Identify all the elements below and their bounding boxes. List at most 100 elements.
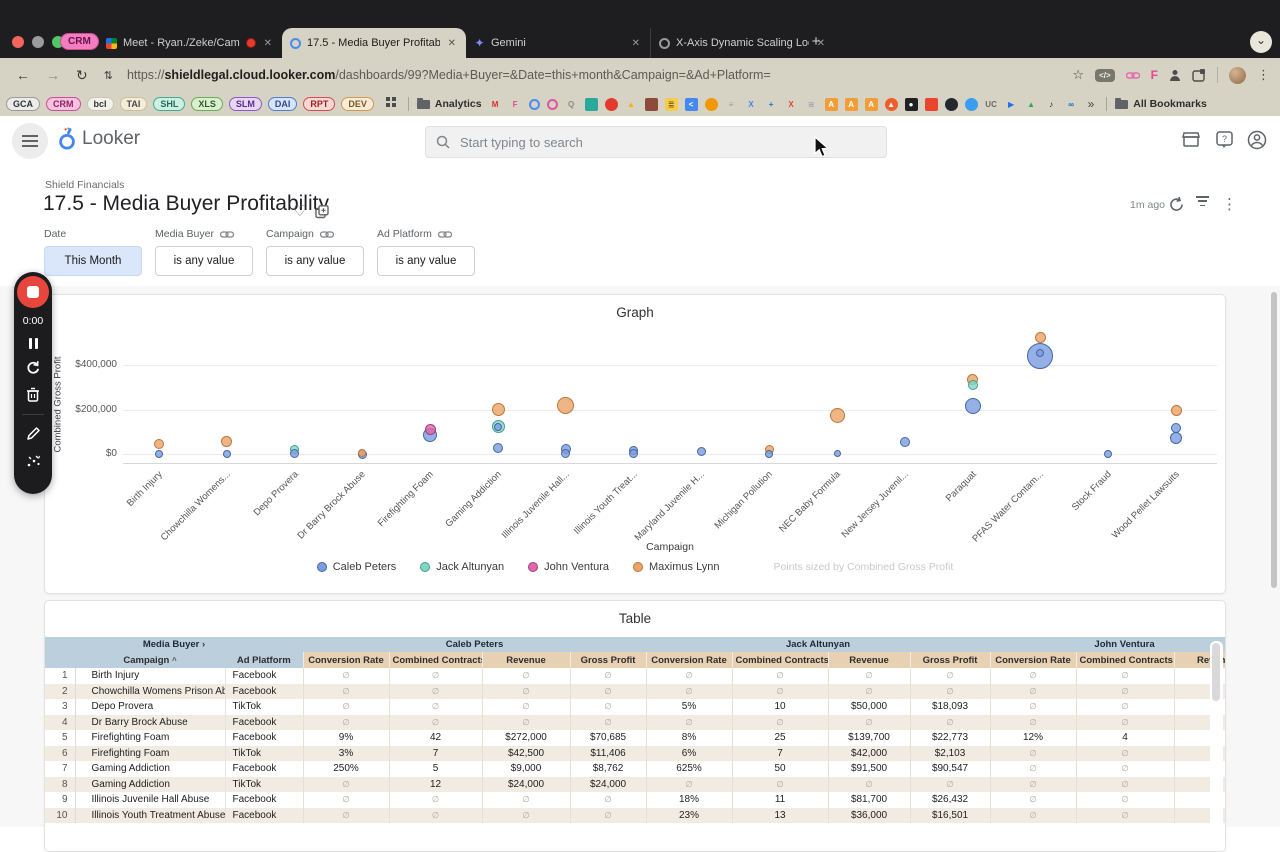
measure-cell[interactable]: 12 (388, 776, 483, 792)
chart-point[interactable] (491, 403, 505, 416)
ad-platform-cell[interactable]: Facebook (225, 730, 303, 746)
bookmark-badge[interactable]: XLS (191, 97, 223, 111)
draw-pen-icon[interactable] (26, 426, 41, 441)
measure-cell[interactable]: ∅ (645, 668, 733, 684)
favicon[interactable]: ▶ (1005, 98, 1018, 111)
breadcrumb[interactable]: Shield Financials (45, 179, 124, 191)
tab-close-icon[interactable]: ✕ (630, 38, 642, 49)
new-tab-button[interactable]: + (806, 33, 826, 50)
tab-search-chevron-icon[interactable]: ⌄ (1250, 31, 1272, 53)
measure-cell[interactable]: ∅ (302, 807, 390, 823)
measure-cell[interactable]: $24,000 (569, 776, 647, 792)
browser-tab[interactable]: ✦ Gemini ✕ (466, 28, 650, 58)
measure-cell[interactable]: 250% (302, 761, 390, 777)
measure-cell[interactable]: 18% (645, 792, 733, 808)
workspace-badge[interactable]: CRM (60, 33, 99, 50)
stop-recording-button[interactable] (17, 276, 49, 308)
measure-cell[interactable]: ∅ (989, 668, 1077, 684)
favicon[interactable] (528, 98, 540, 110)
measure-cell[interactable]: ∅ (645, 714, 733, 730)
measure-cell[interactable]: ∅ (909, 668, 991, 684)
close-window-button[interactable] (12, 36, 24, 48)
effects-icon[interactable] (26, 454, 41, 468)
pivot-group-header[interactable]: Caleb Peters (303, 637, 647, 652)
table-scrollbar[interactable] (1210, 641, 1223, 847)
favicon[interactable]: ∞ (1065, 98, 1078, 111)
favicon[interactable] (584, 97, 598, 111)
measure-cell[interactable]: ∅ (909, 683, 991, 699)
ad-platform-cell[interactable]: TikTok (225, 745, 304, 761)
favicon[interactable]: A (824, 97, 838, 111)
extensions-icon[interactable] (1192, 68, 1206, 82)
measure-cell[interactable]: ∅ (388, 683, 483, 699)
column-header-measure[interactable]: Conversion Rate (302, 652, 390, 668)
measure-cell[interactable]: 8% (645, 730, 733, 746)
measure-cell[interactable]: ∅ (1075, 714, 1175, 730)
filter-value-chip[interactable]: is any value (266, 246, 364, 276)
bookmark-badge[interactable]: DAI (267, 97, 298, 111)
site-settings-icon[interactable]: ⇅ (104, 69, 113, 82)
measure-cell[interactable]: ∅ (827, 668, 911, 684)
pivot-group-header[interactable]: John Ventura (990, 637, 1225, 652)
measure-cell[interactable]: ∅ (481, 683, 571, 699)
measure-cell[interactable]: ∅ (302, 699, 390, 715)
measure-cell[interactable]: ∅ (989, 745, 1077, 761)
all-bookmarks[interactable]: All Bookmarks (1133, 98, 1207, 110)
measure-cell[interactable]: ∅ (302, 668, 390, 684)
measure-cell[interactable]: ∅ (481, 699, 571, 715)
favicon[interactable]: ♪ (1045, 98, 1058, 111)
measure-cell[interactable]: ∅ (909, 714, 991, 730)
measure-cell[interactable]: 6% (645, 745, 733, 761)
favicon[interactable]: ≡ (725, 98, 738, 111)
ad-platform-cell[interactable]: Facebook (225, 792, 303, 808)
reload-icon[interactable]: ↻ (76, 67, 88, 84)
column-header-measure[interactable]: Combined Contracts (731, 652, 829, 668)
measure-cell[interactable]: $2,103 (909, 745, 991, 761)
measure-cell[interactable]: ∅ (827, 776, 911, 792)
favicon[interactable]: Q (565, 98, 578, 111)
measure-cell[interactable]: ∅ (302, 683, 390, 699)
legend-item[interactable]: Jack Altunyan (420, 561, 504, 573)
measure-cell[interactable]: 10 (731, 699, 829, 715)
url-bar[interactable]: https://shieldlegal.cloud.looker.com/das… (127, 68, 771, 82)
measure-cell[interactable]: 25 (731, 730, 829, 746)
measure-cell[interactable]: ∅ (1075, 745, 1175, 761)
chart-point[interactable] (494, 422, 502, 431)
measure-cell[interactable]: ∅ (1075, 792, 1175, 808)
measure-cell[interactable]: ∅ (481, 807, 571, 823)
forward-icon[interactable]: → (46, 67, 60, 83)
measure-cell[interactable]: ∅ (731, 714, 829, 730)
favicon[interactable]: ▲ (884, 97, 898, 111)
measure-cell[interactable]: ∅ (569, 714, 647, 730)
favicon[interactable] (604, 97, 618, 111)
measure-cell[interactable]: ∅ (388, 807, 483, 823)
measure-cell[interactable]: ∅ (569, 683, 647, 699)
ad-platform-cell[interactable]: TikTok (225, 699, 303, 715)
bookmark-folder[interactable]: Analytics (435, 98, 482, 110)
column-header-measure[interactable]: Gross Profit (909, 652, 991, 668)
column-header-measure[interactable]: Conversion Rate (645, 652, 733, 668)
marketplace-icon[interactable] (1180, 129, 1202, 151)
measure-cell[interactable]: 23% (645, 807, 733, 823)
ad-platform-cell[interactable]: TikTok (225, 776, 304, 792)
dashboard-menu-icon[interactable]: ⋮ (1222, 195, 1237, 213)
column-header-measure[interactable]: Conversion Rate (989, 652, 1077, 668)
filter-link-icon[interactable] (437, 230, 452, 239)
person-extension-icon[interactable] (1169, 69, 1181, 82)
measure-cell[interactable]: $90,547 (909, 761, 991, 777)
measure-cell[interactable]: ∅ (481, 668, 571, 684)
chart-point[interactable] (561, 448, 571, 458)
account-icon[interactable] (1246, 129, 1268, 151)
looker-logo[interactable]: Looker (56, 127, 140, 151)
chart-point[interactable] (833, 450, 841, 458)
favicon[interactable] (964, 97, 978, 111)
chart-point[interactable] (1170, 431, 1182, 444)
measure-cell[interactable]: 625% (645, 761, 733, 777)
measure-cell[interactable]: ∅ (569, 668, 647, 684)
measure-cell[interactable]: ∅ (989, 776, 1077, 792)
chart-point[interactable] (154, 438, 164, 449)
filter-value-chip[interactable]: is any value (377, 246, 475, 276)
search-input[interactable] (458, 133, 876, 151)
measure-cell[interactable]: ∅ (388, 668, 483, 684)
chart-point[interactable] (765, 449, 774, 458)
